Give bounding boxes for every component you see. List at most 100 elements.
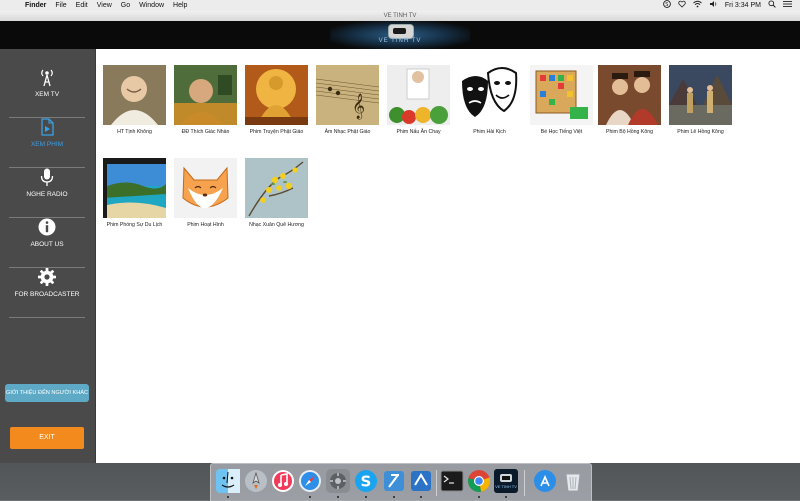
sidebar-item-xem-tv[interactable]: XEM TV <box>9 67 85 118</box>
volume-icon[interactable] <box>709 0 718 12</box>
sidebar-item-label: FOR BROADCASTER <box>14 291 80 298</box>
info-icon <box>38 218 56 236</box>
svg-text:𝄞: 𝄞 <box>352 93 365 119</box>
gear-icon <box>38 268 56 286</box>
category-label: Phim Hoạt Hình <box>187 222 224 228</box>
category-tile[interactable]: Bé Học Tiếng Việt <box>530 65 593 135</box>
menu-app-name[interactable]: Finder <box>25 0 46 11</box>
category-label: Phim Phóng Sự Du Lịch <box>106 222 163 228</box>
heart-icon[interactable] <box>678 0 686 12</box>
status-area: S Fri 3:34 PM <box>656 0 792 12</box>
menu-file[interactable]: File <box>55 0 66 11</box>
sidebar-item-label: NGHE RADIO <box>26 191 68 198</box>
terminal-icon[interactable] <box>440 469 464 493</box>
category-tile[interactable]: Phim Nấu Ăn Chay <box>387 65 450 135</box>
dock-separator <box>436 470 437 496</box>
notification-center-icon[interactable] <box>783 0 792 12</box>
music-icon[interactable] <box>271 469 295 493</box>
menu-go[interactable]: Go <box>121 0 130 11</box>
skype-icon[interactable]: S <box>354 469 378 493</box>
running-indicator <box>365 496 367 498</box>
category-thumbnail <box>103 158 166 218</box>
category-thumbnail: 𝄞 <box>316 65 379 125</box>
category-label: Phim Lẻ Hồng Kông <box>677 129 724 135</box>
category-tile[interactable]: Phim Phóng Sự Du Lịch <box>103 158 166 228</box>
finder-icon[interactable] <box>216 469 240 493</box>
category-grid: HT Tịnh Không ĐĐ Thích Giác Nhàn Phim Tr… <box>96 49 800 463</box>
category-label: Phim Hài Kịch <box>473 129 506 135</box>
trash-icon[interactable] <box>561 469 585 493</box>
category-label: Âm Nhạc Phật Giáo <box>324 129 371 135</box>
category-label: Bé Học Tiếng Việt <box>540 129 583 135</box>
category-tile[interactable]: Phim Truyện Phật Giáo <box>245 65 308 135</box>
running-indicator <box>420 496 422 498</box>
category-thumbnail <box>174 65 237 125</box>
sidebar-item-for-broadcaster[interactable]: FOR BROADCASTER <box>9 267 85 318</box>
category-thumbnail <box>245 65 308 125</box>
sidebar-item-nghe-radio[interactable]: NGHE RADIO <box>9 167 85 218</box>
share-button[interactable]: GIỚI THIỆU ĐẾN NGƯỜI KHÁC <box>5 384 89 402</box>
category-thumbnail <box>103 65 166 125</box>
banner-logo-text: VE TINH TV <box>378 38 422 44</box>
category-tile[interactable]: Phim Bộ Hồng Kông <box>598 65 661 135</box>
running-indicator <box>337 496 339 498</box>
menu-edit[interactable]: Edit <box>76 0 88 11</box>
sidebar-item-xem-phim[interactable]: XEM PHIM <box>9 117 85 168</box>
safari-icon[interactable] <box>298 469 322 493</box>
category-label: Phim Nấu Ăn Chay <box>396 129 441 135</box>
xcode-instruments-icon[interactable] <box>409 469 433 493</box>
category-thumbnail <box>598 65 661 125</box>
system-preferences-icon[interactable] <box>326 469 350 493</box>
category-tile[interactable]: HT Tịnh Không <box>103 65 166 135</box>
chrome-icon[interactable] <box>467 469 491 493</box>
tv-logo-icon <box>388 24 414 39</box>
category-thumbnail <box>669 65 732 125</box>
spotlight-icon[interactable] <box>768 0 776 12</box>
category-tile[interactable]: ĐĐ Thích Giác Nhàn <box>174 65 237 135</box>
launchpad-icon[interactable] <box>244 469 268 493</box>
app-banner: VE TINH TV <box>0 21 800 49</box>
running-indicator <box>309 496 311 498</box>
window-title: VE TINH TV <box>0 11 800 21</box>
category-tile[interactable]: 𝄞 Âm Nhạc Phật Giáo <box>316 65 379 135</box>
running-indicator <box>227 496 229 498</box>
sidebar-item-about-us[interactable]: ABOUT US <box>9 217 85 268</box>
clock[interactable]: Fri 3:34 PM <box>725 0 761 11</box>
category-tile[interactable]: Phim Lẻ Hồng Kông <box>669 65 732 135</box>
exit-button[interactable]: EXIT <box>10 427 84 449</box>
svg-text:S: S <box>665 2 668 8</box>
vetinh-tv-icon[interactable]: VE TINH TV <box>494 469 518 493</box>
svg-text:S: S <box>361 473 372 491</box>
category-thumbnail <box>174 158 237 218</box>
category-tile[interactable]: Nhạc Xuân Quê Hương <box>245 158 308 228</box>
category-tile[interactable]: Phim Hoạt Hình <box>174 158 237 228</box>
running-indicator <box>393 496 395 498</box>
category-thumbnail <box>530 65 593 125</box>
category-label: Phim Bộ Hồng Kông <box>605 129 653 135</box>
microphone-icon <box>40 168 54 186</box>
running-indicator <box>478 496 480 498</box>
skype-status-icon[interactable]: S <box>662 0 671 12</box>
sidebar: XEM TV XEM PHIM NGHE RADIO ABOUT US FOR … <box>0 49 96 463</box>
dock-separator <box>524 470 525 496</box>
menu-view[interactable]: View <box>97 0 112 11</box>
film-document-icon <box>41 118 54 136</box>
app-window: VE TINH TV VE TINH TV XEM TV XEM PHIM NG… <box>0 11 800 463</box>
category-thumbnail <box>458 65 521 125</box>
wifi-icon[interactable] <box>693 0 702 12</box>
sidebar-item-label: XEM PHIM <box>30 141 64 148</box>
category-tile[interactable]: Phim Hài Kịch <box>458 65 521 135</box>
macos-dock: S VE TINH TV <box>210 463 592 501</box>
vetinh-dock-label: VE TINH TV <box>495 484 517 489</box>
sidebar-item-label: XEM TV <box>34 91 60 98</box>
category-label: Phim Truyện Phật Giáo <box>249 129 304 135</box>
sidebar-item-label: ABOUT US <box>30 241 64 248</box>
xcode-icon[interactable] <box>382 469 406 493</box>
antenna-icon <box>41 69 53 87</box>
category-thumbnail <box>387 65 450 125</box>
category-label: HT Tịnh Không <box>117 129 152 135</box>
app-store-icon[interactable] <box>533 469 557 493</box>
menu-help[interactable]: Help <box>173 0 187 11</box>
menu-window[interactable]: Window <box>139 0 164 11</box>
running-indicator <box>505 496 507 498</box>
